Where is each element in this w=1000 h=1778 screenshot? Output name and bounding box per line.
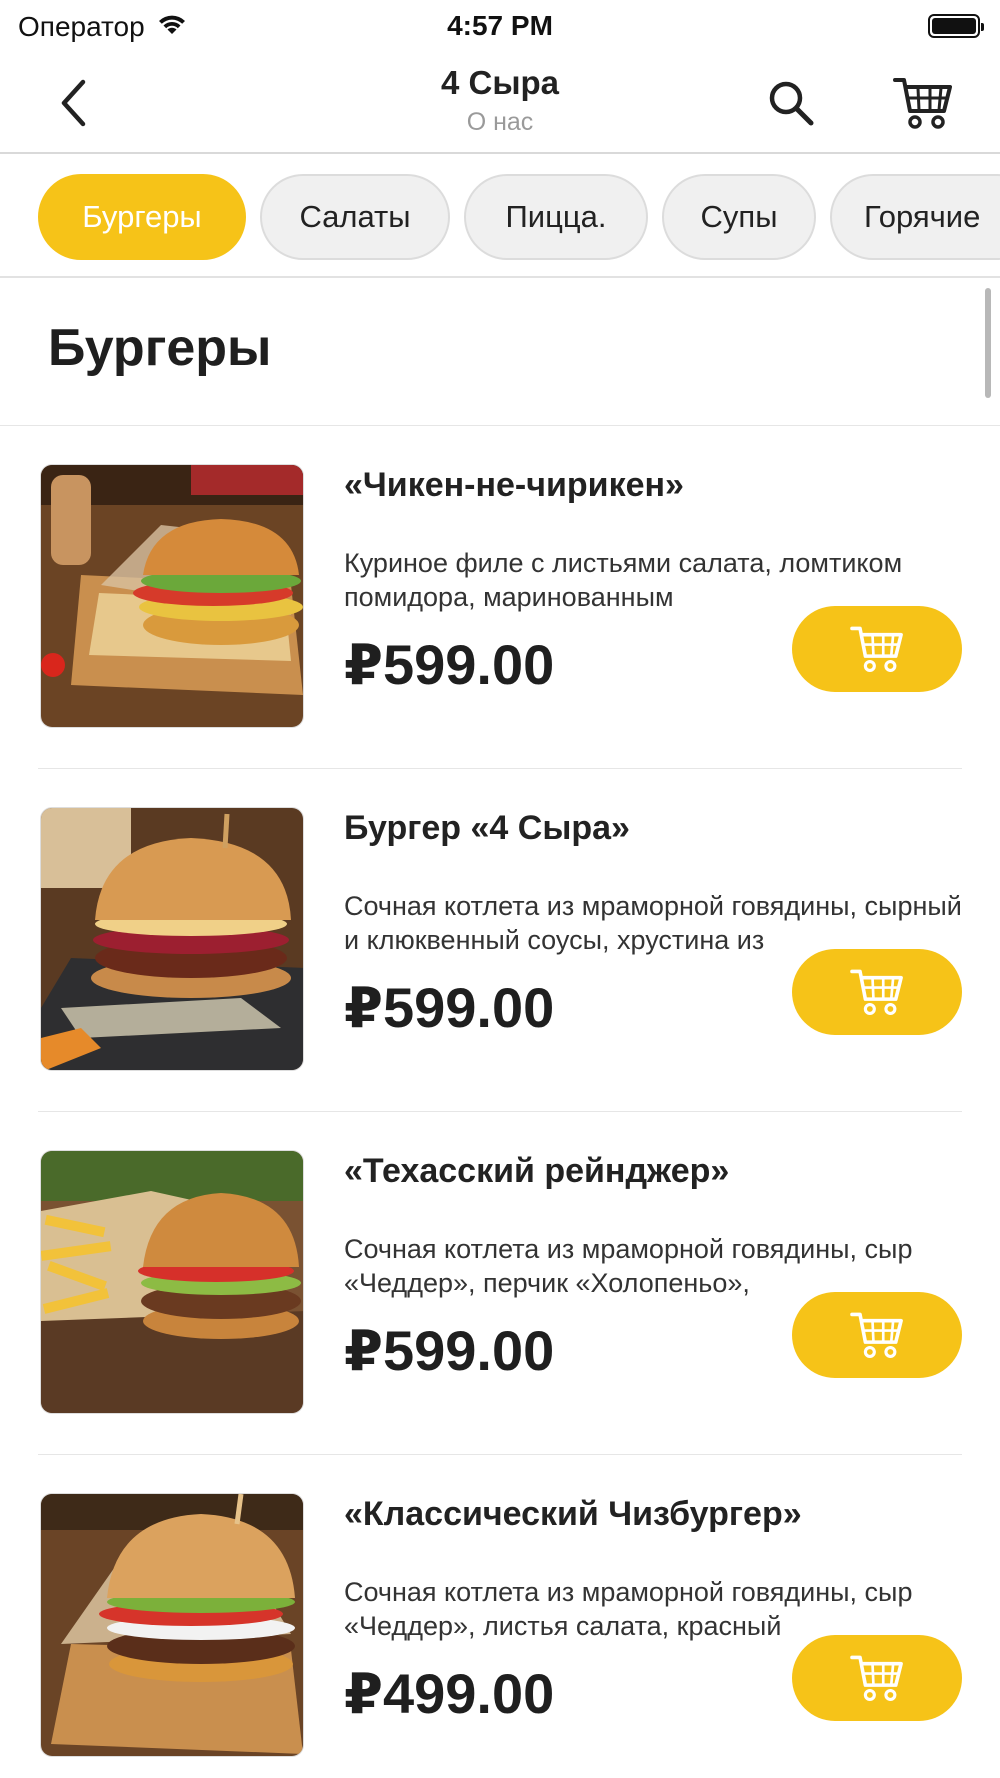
cart-icon [893,78,952,129]
menu-item[interactable]: Бургер «4 Сыра» Сочная котлета из мрамор… [0,769,1000,1112]
nav-bar: 4 Сыра О нас [0,52,1000,154]
tab-hot[interactable]: Горячие [830,174,1000,260]
cart-icon [850,626,903,672]
item-name: Бургер «4 Сыра» [344,809,630,847]
search-icon [769,81,814,126]
item-name: «Техасский рейнджер» [344,1152,730,1190]
item-name: «Классический Чизбургер» [344,1495,802,1533]
menu-item[interactable]: «Классический Чизбургер» Сочная котлета … [0,1455,1000,1778]
item-price: ₽499.00 [344,1662,555,1725]
add-to-cart-button[interactable] [792,1292,962,1378]
battery-level [932,18,976,34]
tab-burgers[interactable]: Бургеры [38,174,246,260]
cart-icon [850,1312,903,1358]
tab-salads[interactable]: Салаты [260,174,450,260]
item-description: Сочная котлета из мраморной говядины, сы… [344,1577,913,1641]
section-title: Бургеры [48,319,272,377]
about-link[interactable]: О нас [0,108,1000,137]
status-bar: Оператор 4:57 PM [0,0,1000,52]
menu-item[interactable]: «Техасский рейнджер» Сочная котлета из м… [0,1112,1000,1455]
item-description: Сочная котлета из мраморной говядины, сы… [344,891,962,955]
tab-pizza[interactable]: Пицца. [464,174,648,260]
burger-image[interactable] [40,1150,304,1414]
item-name: «Чикен-не-чирикен» [344,466,684,504]
item-price: ₽599.00 [344,1319,555,1382]
burger-image[interactable] [40,1493,304,1757]
item-description: Сочная котлета из мраморной говядины, сы… [344,1234,913,1298]
cart-button[interactable] [888,70,958,136]
status-time: 4:57 PM [447,10,553,41]
item-price: ₽599.00 [344,976,555,1039]
burger-image[interactable] [40,807,304,1071]
search-button[interactable] [760,72,822,134]
item-price: ₽599.00 [344,633,555,696]
page-title: 4 Сыра [440,64,560,101]
category-tabs: Бургеры Салаты Пицца. Супы Горячие [0,156,1000,278]
cart-icon [850,1655,903,1701]
cart-icon [850,969,903,1015]
battery-icon [928,14,984,38]
item-description: Куриное филе с листьями салата, ломтиком… [344,548,903,612]
add-to-cart-button[interactable] [792,1635,962,1721]
add-to-cart-button[interactable] [792,606,962,692]
tab-soups[interactable]: Супы [662,174,816,260]
scroll-indicator[interactable] [985,288,991,398]
menu-item[interactable]: «Чикен-не-чирикен» Куриное филе с листья… [0,426,1000,769]
add-to-cart-button[interactable] [792,949,962,1035]
burger-image[interactable] [40,464,304,728]
